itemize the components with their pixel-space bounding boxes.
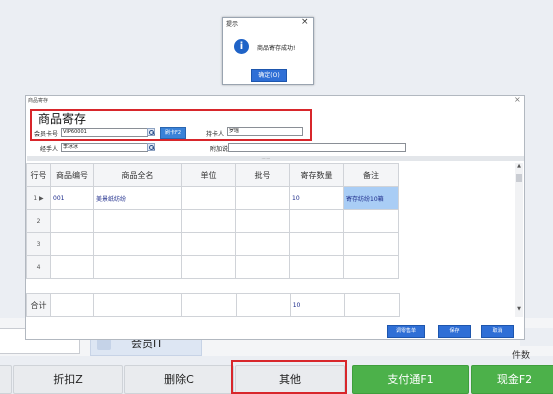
cell-name[interactable]: 美景纸纺纷 bbox=[93, 186, 182, 210]
cell-quantity[interactable]: 10 bbox=[289, 186, 344, 210]
deposit-grid: 行号 商品编号 商品全名 单位 批号 寄存数量 备注 1 ▶ 001 美景纸纺纷… bbox=[25, 163, 512, 317]
header-product-name[interactable]: 商品全名 bbox=[93, 163, 182, 187]
prompt-message: 商品寄存成功! bbox=[257, 45, 296, 52]
total-empty-cell bbox=[343, 293, 401, 317]
header-note[interactable]: 备注 bbox=[343, 163, 399, 187]
splitter-grip-icon[interactable]: ······· bbox=[256, 156, 276, 161]
total-row: 合计 10 bbox=[25, 293, 401, 317]
dialog-close-icon[interactable]: × bbox=[514, 95, 521, 104]
grid-scrollbar[interactable] bbox=[515, 163, 523, 317]
cell-batch[interactable] bbox=[235, 186, 290, 210]
save-button[interactable]: 保存 bbox=[438, 325, 471, 338]
highlight-box-other bbox=[231, 360, 347, 394]
discount-button[interactable]: 折扣Z bbox=[13, 365, 123, 394]
cell-note[interactable]: 寄存纺纷10箱 bbox=[343, 186, 399, 210]
cell-code[interactable] bbox=[50, 232, 94, 256]
cell-note[interactable] bbox=[343, 232, 399, 256]
cell-code[interactable] bbox=[50, 209, 94, 233]
header-quantity[interactable]: 寄存数量 bbox=[289, 163, 344, 187]
table-row[interactable]: 1 ▶ 001 美景纸纺纷 10 寄存纺纷10箱 bbox=[26, 186, 399, 210]
remark-input[interactable] bbox=[228, 143, 406, 152]
count-label: 件数 bbox=[512, 351, 531, 361]
total-empty-cell bbox=[235, 293, 291, 317]
cell-quantity[interactable] bbox=[289, 209, 344, 233]
deposit-dialog: 商品寄存 × 商品寄存 会员卡号 VIP60001 刷卡F2 持卡人 罗瑶 经手… bbox=[25, 95, 525, 340]
row-pointer-icon: ▶ bbox=[37, 194, 44, 202]
row-number: 2 bbox=[26, 209, 51, 233]
grid-header-row: 行号 商品编号 商品全名 单位 批号 寄存数量 备注 bbox=[26, 163, 399, 187]
cancel-button[interactable]: 取消 bbox=[481, 325, 514, 338]
header-row-number[interactable]: 行号 bbox=[26, 163, 51, 187]
prompt-dialog: 提示 × i 商品寄存成功! 确定(O) bbox=[222, 17, 314, 85]
adjust-retail-button[interactable]: 调零售单 bbox=[387, 325, 425, 338]
table-row[interactable]: 3 bbox=[26, 232, 399, 256]
cell-name[interactable] bbox=[93, 255, 182, 279]
scroll-down-icon[interactable]: ▼ bbox=[515, 306, 523, 314]
cell-batch[interactable] bbox=[235, 255, 290, 279]
cell-quantity[interactable] bbox=[289, 255, 344, 279]
prompt-title: 提示 bbox=[226, 21, 239, 28]
info-icon: i bbox=[234, 39, 249, 54]
delete-button[interactable]: 删除C bbox=[124, 365, 234, 394]
operator-search-icon[interactable] bbox=[147, 143, 155, 151]
cell-unit[interactable] bbox=[181, 209, 236, 233]
cell-note[interactable] bbox=[343, 255, 399, 279]
cell-quantity[interactable] bbox=[289, 232, 344, 256]
cell-code[interactable] bbox=[50, 255, 94, 279]
scroll-thumb[interactable] bbox=[516, 174, 522, 182]
grid-table: 行号 商品编号 商品全名 单位 批号 寄存数量 备注 1 ▶ 001 美景纸纺纷… bbox=[26, 163, 399, 279]
cell-batch[interactable] bbox=[235, 209, 290, 233]
cell-note[interactable] bbox=[343, 209, 399, 233]
dialog-title: 商品寄存 bbox=[28, 98, 49, 104]
cell-name[interactable] bbox=[93, 232, 182, 256]
grid-total-table: 合计 10 bbox=[25, 293, 401, 317]
table-row[interactable]: 2 bbox=[26, 209, 399, 233]
cell-code[interactable]: 001 bbox=[50, 186, 94, 210]
total-empty-cell bbox=[50, 293, 95, 317]
table-row[interactable]: 4 bbox=[26, 255, 399, 279]
prompt-ok-button[interactable]: 确定(O) bbox=[251, 69, 287, 82]
left-edge-button[interactable] bbox=[0, 365, 12, 394]
header-product-code[interactable]: 商品编号 bbox=[50, 163, 94, 187]
row-number: 4 bbox=[26, 255, 51, 279]
total-empty-cell bbox=[181, 293, 237, 317]
cell-unit[interactable] bbox=[181, 232, 236, 256]
cell-batch[interactable] bbox=[235, 232, 290, 256]
payment-button[interactable]: 支付通F1 bbox=[352, 365, 469, 394]
scroll-up-icon[interactable]: ▲ bbox=[515, 163, 523, 171]
cell-unit[interactable] bbox=[181, 186, 236, 210]
operator-input[interactable]: 李冰冰 bbox=[61, 143, 148, 152]
operator-label: 经手人 bbox=[40, 146, 59, 153]
highlight-box-form bbox=[30, 109, 312, 141]
total-quantity: 10 bbox=[289, 293, 345, 317]
total-label: 合计 bbox=[25, 293, 52, 317]
header-batch[interactable]: 批号 bbox=[235, 163, 290, 187]
cell-unit[interactable] bbox=[181, 255, 236, 279]
row-number: 3 bbox=[26, 232, 51, 256]
cash-button[interactable]: 现金F2 bbox=[471, 365, 553, 394]
total-empty-cell bbox=[93, 293, 183, 317]
row-number: 1 ▶ bbox=[26, 186, 51, 210]
cell-name[interactable] bbox=[93, 209, 182, 233]
header-unit[interactable]: 单位 bbox=[181, 163, 236, 187]
prompt-close-icon[interactable]: × bbox=[301, 17, 309, 27]
